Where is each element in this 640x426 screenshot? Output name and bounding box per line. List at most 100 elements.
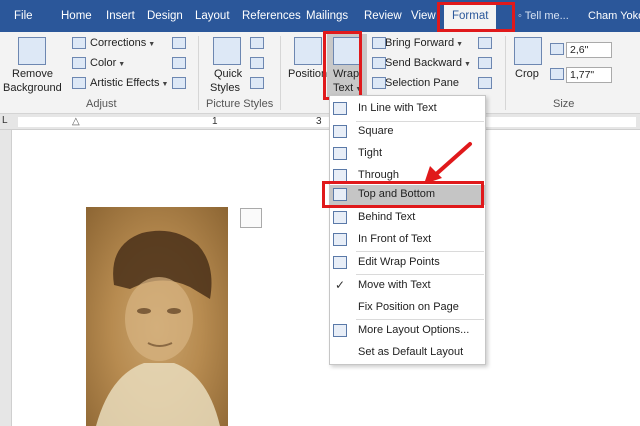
color-button[interactable]: Color ▼ [90, 57, 125, 69]
remove-background-label-line2[interactable]: Background [3, 82, 62, 94]
ruler-track [18, 117, 636, 127]
reset-picture-icon[interactable] [172, 77, 186, 89]
selection-pane-icon [372, 77, 386, 89]
tab-home[interactable]: Home [61, 10, 92, 22]
tab-mailings[interactable]: Mailings [306, 10, 348, 22]
tab-file[interactable]: File [14, 10, 33, 22]
adjust-group-label: Adjust [86, 98, 117, 110]
quick-styles-label-line1[interactable]: Quick [214, 68, 242, 80]
picture-effects-icon[interactable] [250, 57, 264, 69]
menu-item-label: In Front of Text [358, 233, 432, 245]
checkmark-icon: ✓ [335, 278, 346, 292]
width-input[interactable]: 1,77" [566, 67, 612, 83]
crop-icon [514, 37, 542, 65]
height-icon [550, 43, 564, 55]
color-icon [72, 57, 86, 69]
menu-item-in-line-with-text[interactable]: In Line with Text [330, 99, 485, 119]
menu-item-edit-wrap-points[interactable]: Edit Wrap Points [330, 253, 485, 273]
menu-item-label: Through [358, 169, 399, 181]
tell-me-search[interactable]: ◦ Tell me... [518, 10, 569, 22]
menu-item-label: Set as Default Layout [358, 346, 464, 358]
picture-layout-icon[interactable] [250, 77, 264, 89]
chevron-down-icon: ▼ [118, 61, 126, 68]
artistic-effects-icon [72, 77, 86, 89]
send-backward-button[interactable]: Send Backward ▼ [385, 57, 471, 69]
align-icon[interactable] [478, 37, 492, 49]
tab-selector-icon[interactable]: L [2, 115, 8, 126]
ruler-mark: 1 [212, 116, 218, 127]
menu-item-behind-text[interactable]: Behind Text [330, 208, 485, 228]
tab-references[interactable]: References [242, 10, 301, 22]
menu-item-label: Behind Text [358, 211, 416, 223]
chevron-down-icon: ▼ [464, 61, 471, 68]
corrections-button[interactable]: Corrections ▼ [90, 37, 155, 49]
color-label: Color [90, 57, 117, 69]
menu-item-label: Edit Wrap Points [358, 256, 440, 268]
tab-layout[interactable]: Layout [195, 10, 230, 22]
user-account[interactable]: Cham Yoko [588, 10, 640, 22]
menu-divider [356, 274, 484, 275]
lightbulb-icon: ◦ [518, 10, 522, 22]
menu-item-more-layout-options[interactable]: More Layout Options... [330, 321, 485, 341]
quick-styles-label-line2[interactable]: Styles [210, 82, 240, 94]
menu-item-fix-position-on-page[interactable]: Fix Position on Page [330, 298, 485, 318]
chevron-down-icon: ▼ [148, 41, 156, 48]
menu-item-label: In Line with Text [358, 102, 437, 114]
menu-item-label: More Layout Options... [358, 324, 470, 336]
tab-insert[interactable]: Insert [106, 10, 135, 22]
layout-options-icon [333, 324, 347, 337]
tab-review[interactable]: Review [364, 10, 402, 22]
menu-item-label: Square [358, 125, 394, 137]
chevron-down-icon: ▼ [161, 81, 169, 88]
red-arrow-icon [424, 142, 472, 184]
divider [505, 36, 506, 110]
menu-item-in-front-of-text[interactable]: In Front of Text [330, 230, 485, 250]
selection-pane-button[interactable]: Selection Pane [385, 77, 459, 89]
artistic-effects-button[interactable]: Artistic Effects ▼ [90, 77, 168, 89]
tab-view[interactable]: View [411, 10, 436, 22]
send-backward-label: Send Backward [385, 57, 463, 69]
inline-wrap-icon [333, 102, 347, 115]
picture-styles-group-label: Picture Styles [206, 98, 274, 110]
width-icon [550, 68, 564, 80]
menu-item-move-with-text[interactable]: ✓ Move with Text [330, 276, 485, 296]
menu-item-label: Fix Position on Page [358, 301, 459, 313]
rotate-icon[interactable] [478, 77, 492, 89]
divider [280, 36, 281, 110]
compress-pictures-icon[interactable] [172, 37, 186, 49]
horizontal-ruler: L △ 1 3 [0, 114, 640, 130]
group-icon[interactable] [478, 57, 492, 69]
corrections-icon [72, 37, 86, 49]
bring-forward-icon [372, 37, 386, 49]
wrap-text-highlight [323, 31, 362, 100]
menu-item-square[interactable]: Square [330, 122, 485, 142]
tell-me-label: Tell me... [524, 10, 569, 22]
position-icon [294, 37, 322, 65]
layout-options-icon[interactable] [240, 208, 262, 228]
remove-background-label-line1[interactable]: Remove [12, 68, 53, 80]
ribbon: Remove Background Corrections ▼ Color ▼ Ar… [0, 32, 640, 114]
edit-wrap-points-icon [333, 256, 347, 269]
crop-button[interactable]: Crop [515, 68, 539, 80]
menu-divider [356, 319, 484, 320]
corrections-label: Corrections [90, 37, 147, 49]
portrait-photo[interactable] [86, 207, 228, 426]
artistic-effects-label: Artistic Effects [90, 77, 160, 89]
wrap-text-menu: In Line with Text Square Tight Through T… [329, 95, 486, 365]
change-picture-icon[interactable] [172, 57, 186, 69]
send-backward-icon [372, 57, 386, 69]
position-button[interactable]: Position [288, 68, 327, 80]
menu-item-set-as-default-layout[interactable]: Set as Default Layout [330, 343, 485, 363]
remove-background-icon [18, 37, 46, 65]
bring-forward-button[interactable]: Bring Forward ▼ [385, 37, 463, 49]
menu-divider [356, 251, 484, 252]
height-input[interactable]: 2,6" [566, 42, 612, 58]
size-group-label: Size [553, 98, 575, 110]
ribbon-tab-bar: File Home Insert Design Layout Reference… [0, 0, 640, 33]
indent-marker-icon[interactable]: △ [72, 116, 80, 127]
menu-item-label: Move with Text [358, 279, 431, 291]
bring-forward-label: Bring Forward [385, 37, 455, 49]
tab-design[interactable]: Design [147, 10, 183, 22]
picture-border-icon[interactable] [250, 37, 264, 49]
portrait-image [96, 230, 220, 426]
